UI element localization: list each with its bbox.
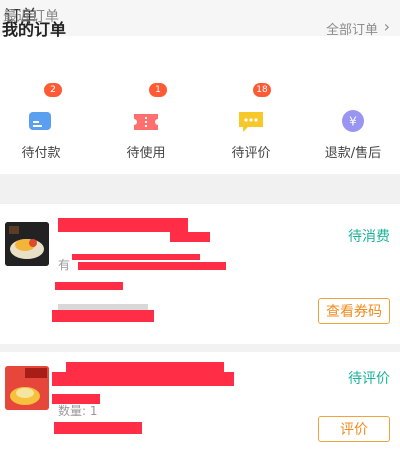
redacted-title xyxy=(66,362,224,372)
redacted-detail xyxy=(78,262,226,270)
redacted-price xyxy=(55,282,123,290)
order-status: 待评价 xyxy=(348,371,390,387)
order-card[interactable]: 待评价 数量: 1 评价 xyxy=(0,352,400,450)
redacted-title xyxy=(58,218,188,232)
status-label: 退款/售后 xyxy=(324,146,382,161)
status-item-to-review[interactable]: 18 待评价 xyxy=(211,83,291,174)
badge-count: 1 xyxy=(149,83,167,97)
order-status-row: 2 待付款 1 待使用 18 待评价 ¥ 退款/售后 xyxy=(0,83,400,174)
order-thumbnail xyxy=(5,222,49,266)
chevron-right-icon[interactable]: › xyxy=(384,17,390,36)
status-label: 待使用 xyxy=(126,146,166,161)
order-status: 待消费 xyxy=(348,229,390,245)
wallet-icon xyxy=(29,112,51,130)
order-card[interactable]: 待消费 有 查看券码 xyxy=(0,204,400,352)
status-item-refund[interactable]: ¥ 退款/售后 xyxy=(313,88,393,174)
redacted-mark xyxy=(170,232,210,242)
food-image-icon xyxy=(5,366,49,410)
svg-text:¥: ¥ xyxy=(349,115,357,129)
status-label: 待评价 xyxy=(231,146,271,161)
recent-orders-title: 最近订单 xyxy=(3,9,59,25)
view-voucher-button[interactable]: 查看券码 xyxy=(318,298,390,324)
status-item-to-use[interactable]: 1 待使用 xyxy=(106,83,186,174)
badge-count: 2 xyxy=(44,83,62,97)
badge-count: 18 xyxy=(253,83,271,97)
yen-icon: ¥ xyxy=(342,110,364,132)
order-thumbnail xyxy=(5,366,49,410)
redacted-detail xyxy=(72,254,200,260)
comment-icon xyxy=(239,112,263,132)
order-detail-prefix: 有 xyxy=(58,258,71,272)
ticket-icon xyxy=(134,114,158,130)
my-orders-row[interactable] xyxy=(0,36,400,89)
status-item-pending-payment[interactable]: 2 待付款 xyxy=(1,83,81,174)
review-button[interactable]: 评价 xyxy=(318,416,390,442)
recent-orders-header xyxy=(0,174,400,204)
redacted-price xyxy=(54,422,142,434)
redacted-title xyxy=(52,372,234,386)
status-label: 待付款 xyxy=(21,146,61,161)
order-quantity: 数量: 1 xyxy=(58,404,98,418)
redacted-date xyxy=(52,310,154,322)
all-orders-link[interactable]: 全部订单 xyxy=(326,19,378,38)
food-image-icon xyxy=(5,222,49,266)
